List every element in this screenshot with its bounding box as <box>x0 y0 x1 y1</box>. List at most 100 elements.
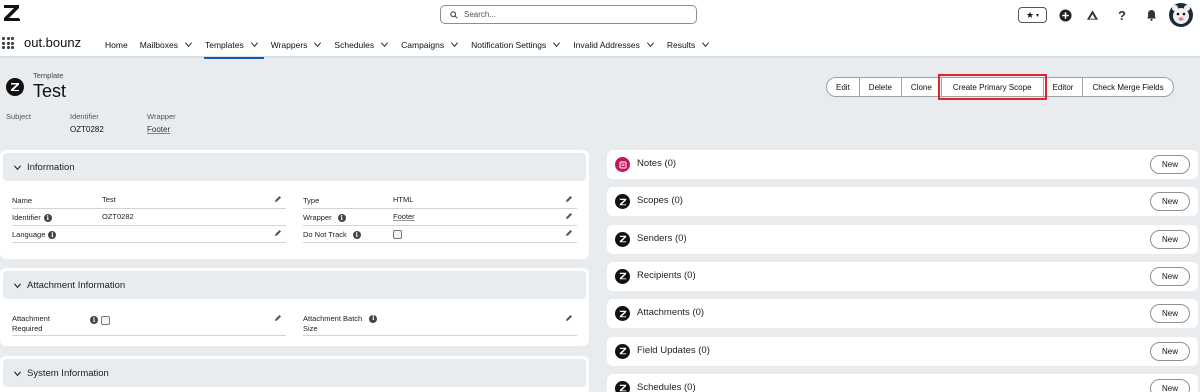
search-input[interactable]: Search... <box>440 5 697 24</box>
related-list-card: Notes (0) New <box>607 150 1198 179</box>
info-icon[interactable]: i <box>48 231 57 240</box>
new-button[interactable]: New <box>1150 266 1190 286</box>
info-icon[interactable]: i <box>90 316 98 325</box>
related-list-card: Scopes (0) New <box>607 187 1198 217</box>
create-primary-scope-button[interactable]: Create Primary Scope <box>937 74 1047 100</box>
app-logo[interactable] <box>3 3 21 23</box>
related-list-title[interactable]: Recipients (0) <box>637 270 696 281</box>
new-button[interactable]: New <box>1150 378 1190 392</box>
system-section-header[interactable]: System Information <box>3 359 586 387</box>
global-actions-button[interactable] <box>1057 5 1073 25</box>
chevron-down-icon[interactable] <box>380 40 389 49</box>
wrapper-link[interactable]: Footer <box>393 212 415 221</box>
section-title: System Information <box>27 367 109 379</box>
nav-tab-label: Mailboxes <box>139 39 178 50</box>
pencil-icon[interactable] <box>565 229 573 237</box>
pencil-icon[interactable] <box>565 314 573 322</box>
field-label: Language i <box>12 230 57 240</box>
app-navigation: out.bounz Home Mailboxes Templates Wrappers… <box>0 31 1200 59</box>
field-label: Attachment Batch i Size <box>303 314 378 334</box>
chevron-down-icon[interactable] <box>184 40 193 49</box>
star-icon: ★ <box>1025 9 1035 20</box>
chevron-down-icon[interactable] <box>646 40 655 49</box>
new-button[interactable]: New <box>1150 229 1190 249</box>
new-button[interactable]: New <box>1150 192 1190 212</box>
record-actions: Edit Delete Clone Create Primary Scope E… <box>826 74 1174 100</box>
subject-label: Subject <box>6 112 32 121</box>
pencil-icon[interactable] <box>274 314 282 322</box>
new-button[interactable]: New <box>1150 155 1190 174</box>
chevron-down-icon[interactable] <box>552 40 561 49</box>
chevron-down-icon[interactable] <box>701 40 710 49</box>
attachment-section-header[interactable]: Attachment Information <box>3 271 586 299</box>
related-list-title[interactable]: Schedules (0) <box>637 382 696 392</box>
related-list-title[interactable]: Attachments (0) <box>637 307 704 318</box>
clone-button[interactable]: Clone <box>900 77 942 97</box>
identifier-value: OZT0282 <box>70 125 104 134</box>
info-icon[interactable]: i <box>352 231 361 240</box>
do-not-track-checkbox[interactable] <box>393 229 402 239</box>
info-icon[interactable]: i <box>43 214 52 223</box>
delete-button[interactable]: Delete <box>858 77 902 97</box>
nav-tab-label: Invalid Addresses <box>573 39 640 50</box>
record-icon <box>6 78 24 96</box>
search-icon <box>450 10 458 19</box>
related-list-card: Schedules (0) New <box>607 373 1198 392</box>
related-list-title[interactable]: Senders (0) <box>637 233 687 244</box>
attachment-required-checkbox[interactable] <box>101 315 110 325</box>
app-launcher-icon[interactable] <box>2 37 14 49</box>
system-card: System Information <box>0 356 589 392</box>
info-icon[interactable]: i <box>337 214 346 223</box>
chevron-down-icon[interactable] <box>250 40 259 49</box>
avatar[interactable] <box>1169 3 1193 27</box>
nav-tab-schedules[interactable]: Schedules <box>333 31 396 58</box>
nav-tab-templates[interactable]: Templates <box>203 31 266 59</box>
bell-icon <box>1146 10 1156 21</box>
pencil-icon[interactable] <box>274 195 282 203</box>
nav-tab-notification-settings[interactable]: Notification Settings <box>470 31 568 58</box>
pencil-icon[interactable] <box>565 195 573 203</box>
pencil-icon[interactable] <box>274 229 282 237</box>
check-merge-fields-button[interactable]: Check Merge Fields <box>1082 77 1174 97</box>
editor-button[interactable]: Editor <box>1042 77 1084 97</box>
info-icon[interactable]: i <box>369 315 378 324</box>
chevron-down-icon: ▾ <box>1036 12 1040 19</box>
global-header: Search... ★ ▾ ? <box>0 0 1200 31</box>
related-list-title[interactable]: Notes (0) <box>637 158 676 169</box>
new-button[interactable]: New <box>1150 341 1190 361</box>
nav-tab-campaigns[interactable]: Campaigns <box>400 31 466 58</box>
trailhead-button[interactable] <box>1084 5 1100 25</box>
nav-tab-mailboxes[interactable]: Mailboxes <box>139 31 200 58</box>
new-button[interactable]: New <box>1150 304 1190 324</box>
related-list-card: Attachments (0) New <box>607 299 1198 329</box>
nav-tab-invalid-addresses[interactable]: Invalid Addresses <box>572 31 662 58</box>
field-identifier: Identifier i OZT0282 <box>12 210 286 226</box>
nav-tab-label: Home <box>105 39 128 50</box>
field-attachment-required: Attachment Required i <box>12 312 286 336</box>
nav-tab-results[interactable]: Results <box>666 31 717 58</box>
wrapper-link[interactable]: Footer <box>147 125 176 134</box>
help-icon[interactable]: ? <box>1114 5 1130 25</box>
information-section-header[interactable]: Information <box>3 153 586 181</box>
chevron-down-icon[interactable] <box>450 40 459 49</box>
related-list-title[interactable]: Scopes (0) <box>637 195 683 206</box>
chevron-down-icon[interactable] <box>313 40 322 49</box>
pencil-icon[interactable] <box>565 212 573 220</box>
nav-tab-home[interactable]: Home <box>104 31 135 58</box>
attachment-card: Attachment Information Attachment Require… <box>0 268 589 346</box>
notes-icon <box>615 157 630 172</box>
attachment-required-control[interactable]: i <box>90 315 110 325</box>
z-logo-icon <box>615 343 630 359</box>
chevron-down-icon <box>13 164 22 170</box>
favorites-button[interactable]: ★ ▾ <box>1018 7 1047 23</box>
related-list-title[interactable]: Field Updates (0) <box>637 345 710 356</box>
field-value: HTML <box>393 195 414 204</box>
chevron-down-icon <box>13 370 22 376</box>
notifications-button[interactable] <box>1143 5 1159 25</box>
edit-button[interactable]: Edit <box>826 77 860 97</box>
highlight-identifier: Identifier OZT0282 <box>70 112 104 134</box>
nav-tab-label: Schedules <box>334 39 375 50</box>
field-label: Type <box>303 196 320 205</box>
nav-tab-wrappers[interactable]: Wrappers <box>270 31 330 58</box>
z-logo-icon <box>615 231 630 247</box>
